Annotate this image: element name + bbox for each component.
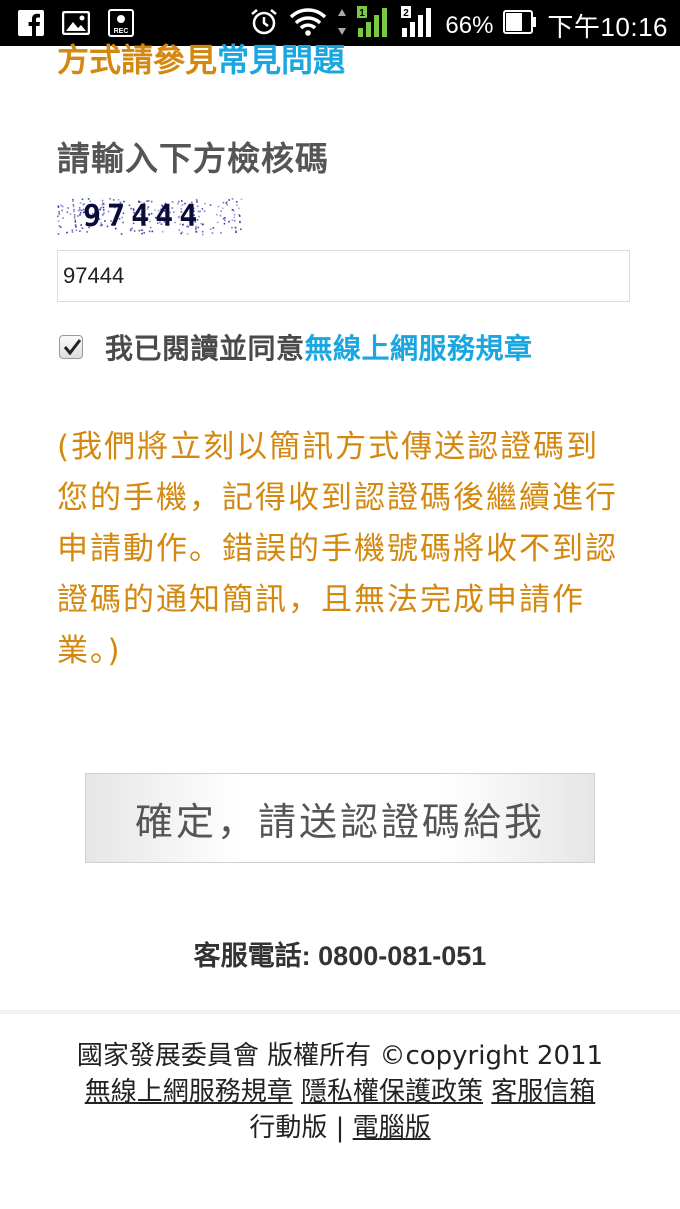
mobile-version-label: 行動版 (249, 1113, 328, 1143)
copyright-text: 國家發展委員會 版權所有 ©copyright 2011 (76, 1041, 604, 1071)
footer-links: 無線上網服務規章 隱私權保護政策 客服信箱 (0, 1074, 680, 1110)
svg-text:REC: REC (114, 28, 129, 35)
agreement-row: 我已閱讀並同意 無線上網服務規章 (59, 327, 533, 367)
signal-icon-sim2: 2 (401, 6, 435, 45)
captcha-title: 請輸入下方檢核碼 (57, 139, 329, 178)
battery-icon (503, 10, 537, 41)
sms-notice: (我們將立刻以簡訊方式傳送認證碼到您的手機，記得收到認證碼後繼續進行申請動作。錯… (57, 429, 618, 669)
faq-hint: 方式請參見常見問題 (57, 38, 345, 82)
clock: 下午10:16 (547, 12, 668, 42)
agree-label: 我已閱讀並同意 (105, 332, 305, 365)
battery-percent: 66% (445, 11, 494, 39)
captcha-image: 97444 (57, 196, 243, 236)
version-switch: 行動版 | 電腦版 (0, 1110, 680, 1146)
sim1-number: 1 (360, 8, 366, 19)
notification-icons: REC (18, 9, 134, 41)
customer-service-phone: 客服電話: 0800-081-051 (193, 941, 487, 971)
sim2-number: 2 (404, 8, 410, 19)
footer-link-contact-mail[interactable]: 客服信箱 (491, 1077, 595, 1107)
gallery-icon (61, 10, 91, 39)
facebook-icon (18, 10, 44, 40)
captcha-input[interactable]: 97444 (57, 250, 630, 302)
faq-link[interactable]: 常見問題 (217, 41, 345, 79)
footer-link-service-terms[interactable]: 無線上網服務規章 (85, 1077, 293, 1107)
signal-icon-sim1: 1 (357, 6, 391, 45)
footer: 國家發展委員會 版權所有 ©copyright 2011 無線上網服務規章 隱私… (0, 1038, 680, 1146)
rec-icon: REC (108, 9, 134, 41)
service-terms-link[interactable]: 無線上網服務規章 (305, 327, 533, 367)
svg-text:97444: 97444 (83, 199, 203, 234)
agree-checkbox[interactable] (59, 335, 83, 359)
version-separator: | (335, 1113, 345, 1143)
send-code-button[interactable]: 確定，請送認證碼給我 (85, 773, 595, 863)
footer-link-privacy[interactable]: 隱私權保護政策 (301, 1077, 483, 1107)
desktop-version-link[interactable]: 電腦版 (353, 1113, 431, 1143)
faq-hint-text: 方式請參見 (57, 41, 218, 79)
footer-divider (0, 1010, 680, 1014)
